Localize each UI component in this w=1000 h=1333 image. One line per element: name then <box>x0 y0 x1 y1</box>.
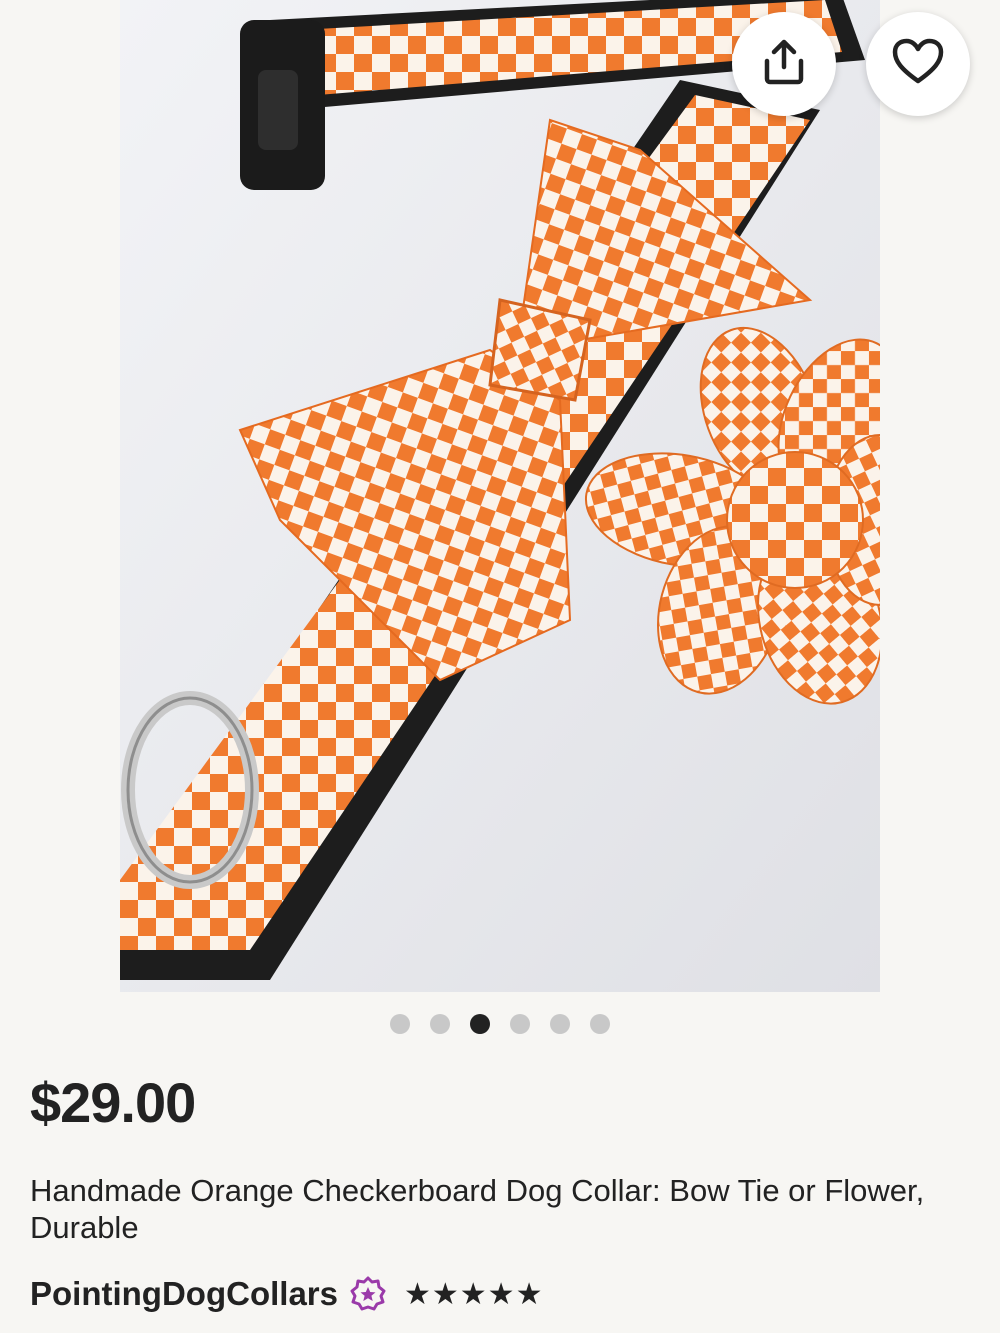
product-image-gallery[interactable] <box>0 0 1000 1034</box>
rating-stars: ★★★★★ <box>404 1277 544 1311</box>
carousel-dot[interactable] <box>510 1014 530 1034</box>
heart-icon <box>891 37 945 92</box>
carousel-dot[interactable] <box>550 1014 570 1034</box>
carousel-dot-active[interactable] <box>470 1014 490 1034</box>
shop-name-link[interactable]: PointingDogCollars <box>30 1275 338 1313</box>
collar-photo-illustration <box>120 0 880 992</box>
product-price: $29.00 <box>30 1071 196 1134</box>
carousel-pagination <box>0 1014 1000 1034</box>
star-seller-icon <box>350 1276 386 1312</box>
share-button[interactable] <box>732 12 836 116</box>
shop-info: PointingDogCollars ★★★★★ <box>30 1272 543 1316</box>
favorite-button[interactable] <box>866 12 970 116</box>
product-photo[interactable] <box>120 0 880 992</box>
carousel-dot[interactable] <box>390 1014 410 1034</box>
product-title: Handmade Orange Checkerboard Dog Collar:… <box>30 1173 925 1245</box>
carousel-dot[interactable] <box>590 1014 610 1034</box>
carousel-dot[interactable] <box>430 1014 450 1034</box>
share-icon <box>759 37 809 92</box>
